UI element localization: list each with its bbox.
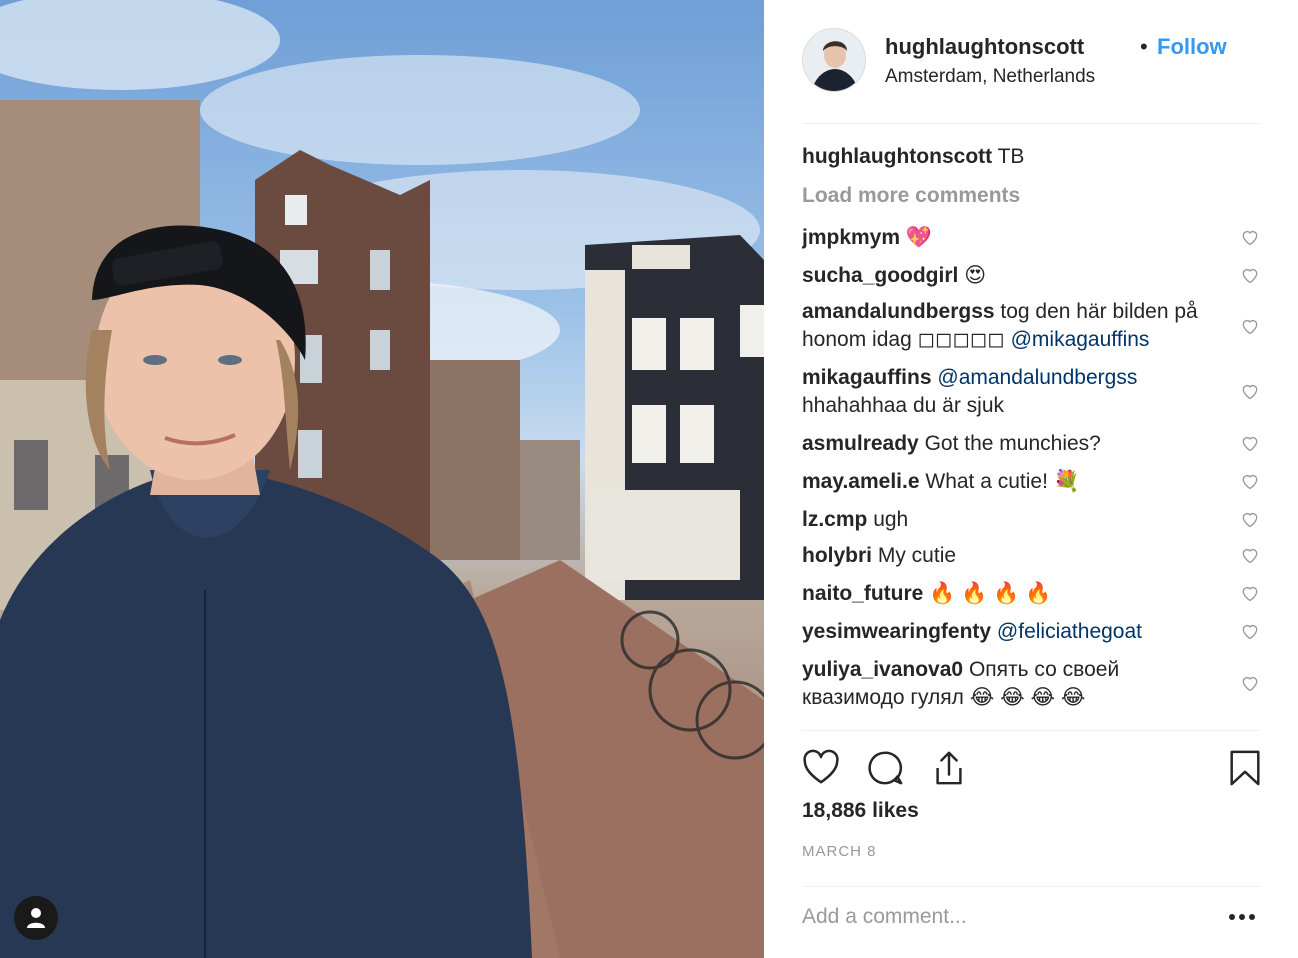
comment-item: yesimwearingfenty @feliciathegoat — [802, 618, 1222, 646]
comment-like-heart-icon[interactable] — [1240, 509, 1260, 529]
comment-item: lz.cmp ugh — [802, 506, 1222, 534]
heart-icon[interactable] — [802, 749, 840, 787]
comment-username[interactable]: sucha_goodgirl — [802, 264, 958, 287]
add-comment-input[interactable] — [802, 901, 1222, 933]
bookmark-icon[interactable] — [1226, 749, 1264, 787]
comment-username[interactable]: mikagauffins — [802, 366, 932, 389]
comment-username[interactable]: jmpkmym — [802, 226, 900, 249]
post-side-panel: hughlaughtonscott • Follow Amsterdam, Ne… — [764, 0, 1298, 958]
add-comment-bar — [802, 886, 1260, 958]
comment-like-heart-icon[interactable] — [1240, 621, 1260, 641]
username-link[interactable]: hughlaughtonscott — [885, 34, 1084, 60]
comment-mention[interactable]: @mikagauffins — [1011, 328, 1150, 351]
comment-item: amandalundbergss tog den här bilden på h… — [802, 298, 1222, 354]
user-tag-button[interactable] — [14, 896, 58, 940]
comment-text: hhahahhaa du är sjuk — [802, 394, 1004, 417]
street-scene-image — [0, 0, 764, 958]
likes-count[interactable]: 18,886 likes — [802, 799, 919, 823]
comment-item: may.ameli.e What a cutie! 💐 — [802, 468, 1222, 496]
comment-text: Got the munchies? — [924, 432, 1101, 455]
caption-username[interactable]: hughlaughtonscott — [802, 145, 992, 168]
comments-list[interactable]: hughlaughtonscott TB Load more comments … — [802, 124, 1260, 730]
more-options-icon[interactable] — [1228, 913, 1256, 921]
comment-username[interactable]: lz.cmp — [802, 508, 867, 531]
comments-scroll-edge — [802, 718, 1260, 730]
comment-like-heart-icon[interactable] — [1240, 265, 1260, 285]
comment-like-heart-icon[interactable] — [1240, 545, 1260, 565]
comment-emoji: 😂 😂 😂 😂 — [969, 686, 1086, 709]
avatar-image — [803, 29, 865, 91]
comment-item: jmpkmym 💖 — [802, 224, 1222, 252]
comment-item: naito_future 🔥 🔥 🔥 🔥 — [802, 580, 1222, 608]
comment-item: mikagauffins @amandalundbergss hhahahhaa… — [802, 364, 1222, 420]
comment-like-heart-icon[interactable] — [1240, 227, 1260, 247]
location-link[interactable]: Amsterdam, Netherlands — [885, 66, 1095, 88]
avatar[interactable] — [802, 28, 866, 92]
comment-text: What a cutie! — [925, 470, 1048, 493]
comment-like-heart-icon[interactable] — [1240, 583, 1260, 603]
caption: hughlaughtonscott TB — [802, 144, 1024, 170]
comment-username[interactable]: amandalundbergss — [802, 300, 995, 323]
comment-like-heart-icon[interactable] — [1240, 471, 1260, 491]
comment-username[interactable]: yuliya_ivanova0 — [802, 658, 963, 681]
comment-text: ugh — [873, 508, 909, 531]
comment-item: asmulready Got the munchies? — [802, 430, 1222, 458]
comment-mention[interactable]: @feliciathegoat — [997, 620, 1142, 643]
comment-emoji: 🔥 🔥 🔥 🔥 — [929, 582, 1052, 605]
comment-item: sucha_goodgirl 😍 — [802, 262, 1222, 290]
comment-like-heart-icon[interactable] — [1240, 316, 1260, 336]
user-tag-icon — [27, 908, 45, 928]
comment-like-heart-icon[interactable] — [1240, 381, 1260, 401]
post-header: hughlaughtonscott • Follow Amsterdam, Ne… — [802, 26, 1260, 124]
share-icon[interactable] — [930, 749, 968, 787]
separator-dot: • — [1140, 34, 1148, 59]
comment-username[interactable]: may.ameli.e — [802, 470, 920, 493]
caption-text: TB — [997, 145, 1025, 168]
comment-username[interactable]: holybri — [802, 544, 872, 567]
post-actions: 18,886 likes MARCH 8 — [802, 730, 1260, 886]
comment-mention[interactable]: @amandalundbergss — [937, 366, 1137, 389]
comment-emoji: 💐 — [1053, 470, 1080, 493]
post-photo[interactable] — [0, 0, 764, 958]
comment-icon[interactable] — [866, 749, 904, 787]
comment-username[interactable]: yesimwearingfenty — [802, 620, 991, 643]
comment-emoji: 😍 — [964, 264, 987, 287]
post-date[interactable]: MARCH 8 — [802, 843, 877, 860]
load-more-comments-button[interactable]: Load more comments — [802, 184, 1020, 208]
follow-button[interactable]: Follow — [1157, 34, 1227, 60]
comment-like-heart-icon[interactable] — [1240, 433, 1260, 453]
comment-username[interactable]: asmulready — [802, 432, 919, 455]
comment-username[interactable]: naito_future — [802, 582, 923, 605]
comment-item: yuliya_ivanova0 Опять со своей квазимодо… — [802, 656, 1222, 712]
comment-like-heart-icon[interactable] — [1240, 673, 1260, 693]
comment-emoji: 💖 — [905, 226, 933, 249]
comment-item: holybri My cutie — [802, 542, 1222, 570]
comment-text: My cutie — [877, 544, 957, 567]
